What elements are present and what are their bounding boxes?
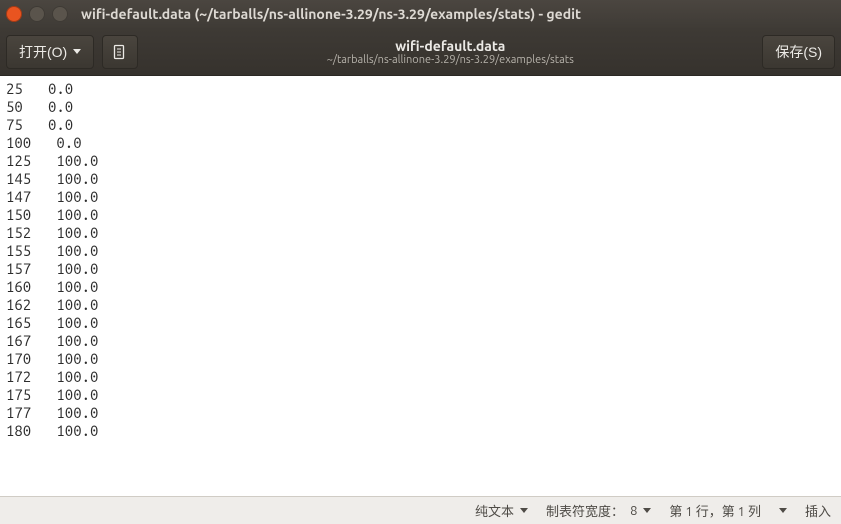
window-title: wifi-default.data (~/tarballs/ns-allinon…	[81, 6, 581, 22]
tab-width-selector[interactable]: 制表符宽度： 8	[546, 501, 651, 520]
syntax-mode-selector[interactable]: 纯文本	[475, 501, 528, 520]
chevron-down-icon	[73, 49, 81, 54]
window-close-button[interactable]	[6, 6, 22, 22]
document-title-block: wifi-default.data ~/tarballs/ns-allinone…	[327, 38, 574, 66]
save-button-label: 保存(S)	[775, 42, 822, 62]
open-button-label: 打开(O)	[19, 42, 67, 62]
new-document-button[interactable]	[102, 35, 138, 69]
chevron-down-icon	[520, 508, 528, 513]
window-minimize-button[interactable]	[29, 6, 45, 22]
open-button[interactable]: 打开(O)	[6, 35, 94, 69]
text-editor-content[interactable]: 25 0.0 50 0.0 75 0.0 100 0.0 125 100.0 1…	[0, 76, 841, 496]
save-button[interactable]: 保存(S)	[762, 35, 835, 69]
cursor-position: 第 1 行，第 1 列	[669, 501, 761, 520]
document-filepath: ~/tarballs/ns-allinone-3.29/ns-3.29/exam…	[327, 54, 574, 66]
document-icon	[112, 44, 128, 60]
document-filename: wifi-default.data	[395, 38, 505, 54]
toolbar: 打开(O) wifi-default.data ~/tarballs/ns-al…	[0, 28, 841, 76]
syntax-mode-label: 纯文本	[475, 501, 514, 520]
chevron-down-icon	[643, 508, 651, 513]
window-titlebar: wifi-default.data (~/tarballs/ns-allinon…	[0, 0, 841, 28]
insert-mode-label: 插入	[805, 501, 831, 520]
insert-mode-selector[interactable]	[779, 508, 787, 513]
statusbar: 纯文本 制表符宽度： 8 第 1 行，第 1 列 插入	[0, 496, 841, 524]
window-maximize-button[interactable]	[52, 6, 68, 22]
tab-width-value: 8	[630, 504, 637, 518]
tab-width-label: 制表符宽度：	[546, 501, 624, 520]
chevron-down-icon	[779, 508, 787, 513]
